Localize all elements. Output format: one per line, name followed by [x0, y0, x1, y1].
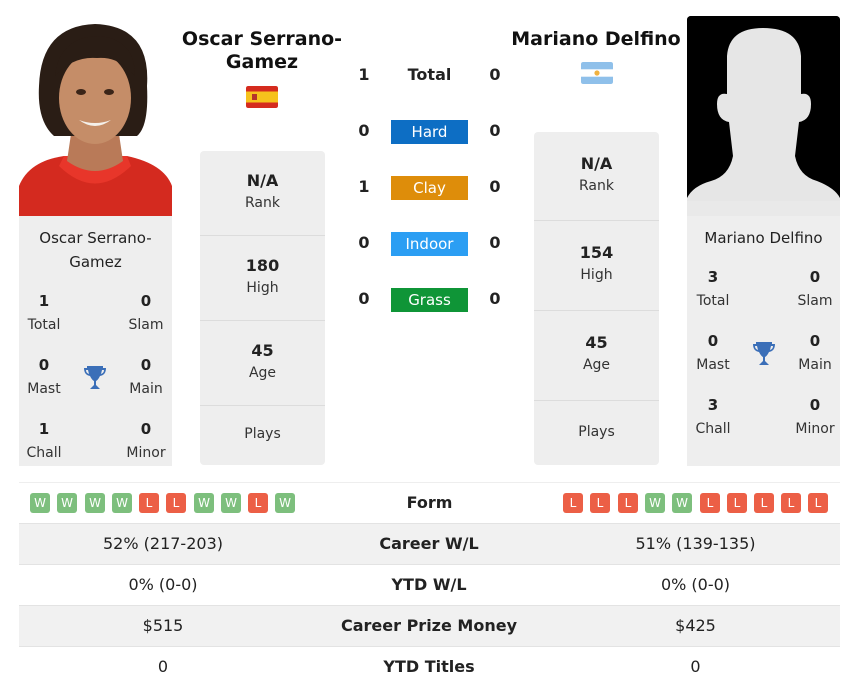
stat-row-career-wl: 52% (217-203) Career W/L 51% (139-135): [19, 523, 840, 564]
spain-flag-icon: [246, 86, 278, 108]
player2-form-badge[interactable]: L: [590, 493, 610, 513]
player2-career-wl: 51% (139-135): [635, 534, 756, 553]
player1-name-label: Oscar Serrano- Gamez: [39, 229, 152, 271]
player2-form-badge[interactable]: L: [727, 493, 747, 513]
h2h-total-p2: 0: [489, 65, 501, 84]
ytd-titles-label: YTD Titles: [383, 657, 475, 676]
h2h-hard-p2: 0: [489, 121, 501, 140]
player1-form-badge[interactable]: L: [248, 493, 268, 513]
prize-money-label: Career Prize Money: [340, 616, 517, 635]
player2-form-badge[interactable]: L: [781, 493, 801, 513]
career-wl-label: Career W/L: [379, 534, 479, 553]
player1-titles-card: Oscar Serrano- Gamez 1 Total 0 Slam 0 Ma…: [19, 216, 172, 466]
trophy-icon: [83, 365, 107, 391]
h2h-grass-p1: 0: [358, 289, 370, 308]
h2h-clay-p2: 0: [489, 177, 501, 196]
player2-titles-mast: 0 Mast: [696, 332, 730, 373]
surface-grass-badge[interactable]: Grass: [391, 288, 468, 312]
player1-form-badge[interactable]: W: [194, 493, 214, 513]
player1-titles-mast: 0 Mast: [27, 356, 61, 397]
player2-form-badge[interactable]: L: [618, 493, 638, 513]
player1-rank: N/A Rank: [200, 151, 325, 236]
player1-high: 180 High: [200, 236, 325, 321]
player1-ytd-titles: 0: [157, 657, 169, 676]
ytd-wl-label: YTD W/L: [391, 575, 467, 594]
player1-form-badge[interactable]: L: [139, 493, 159, 513]
player1-form-badge[interactable]: W: [85, 493, 105, 513]
argentina-flag-icon: [581, 62, 613, 84]
h2h-total-p1: 1: [358, 65, 370, 84]
stat-row-ytd-titles: 0 YTD Titles 0: [19, 646, 840, 687]
player2-titles-slam: 0 Slam: [797, 268, 833, 309]
player1-form-badge[interactable]: W: [112, 493, 132, 513]
player1-titles-main: 0 Main: [129, 356, 163, 397]
player1-plays: Plays: [244, 426, 281, 442]
player2-photo-placeholder: [687, 16, 840, 216]
player1-form-badge[interactable]: W: [275, 493, 295, 513]
player1-career-wl: 52% (217-203): [103, 534, 223, 553]
player1-titles-minor: 0 Minor: [126, 420, 166, 461]
player2-form-badge[interactable]: W: [645, 493, 665, 513]
player2-titles-main: 0 Main: [798, 332, 832, 373]
h2h-total-label: Total: [407, 65, 452, 84]
player1-ytd-wl: 0% (0-0): [128, 575, 198, 594]
player2-titles-minor: 0 Minor: [795, 396, 835, 437]
player2-prize-money: $425: [675, 616, 716, 635]
h2h-grass-p2: 0: [489, 289, 501, 308]
player2-rank: N/A Rank: [534, 132, 659, 221]
stat-row-prize-money: $515 Career Prize Money $425: [19, 605, 840, 646]
surface-indoor-badge[interactable]: Indoor: [391, 232, 468, 256]
player2-rank-card: N/A Rank 154 High 45 Age Plays: [534, 132, 659, 465]
player2-titles-card: Mariano Delfino 3 Total 0 Slam 0 Mast 0 …: [687, 216, 840, 466]
player1-form-badge[interactable]: W: [221, 493, 241, 513]
player1-titles-chall: 1 Chall: [26, 420, 62, 461]
player2-ytd-wl: 0% (0-0): [660, 575, 731, 594]
player1-age: 45 Age: [200, 321, 325, 406]
player1-titles-total: 1 Total: [27, 292, 61, 333]
player1-photo: [19, 16, 172, 216]
player1-form-badge[interactable]: W: [30, 493, 50, 513]
stat-row-ytd-wl: 0% (0-0) YTD W/L 0% (0-0): [19, 564, 840, 605]
player2-form-badge[interactable]: L: [808, 493, 828, 513]
form-row: Form W W W W L L W W L W L L L W W L L L…: [19, 482, 840, 523]
player2-form-badge[interactable]: L: [754, 493, 774, 513]
player1-form-badge[interactable]: L: [166, 493, 186, 513]
player1-titles-slam: 0 Slam: [128, 292, 164, 333]
player1-rank-card: N/A Rank 180 High 45 Age Plays: [200, 151, 325, 465]
h2h-hard-p1: 0: [358, 121, 370, 140]
h2h-indoor-p2: 0: [489, 233, 501, 252]
player2-form-badge[interactable]: L: [700, 493, 720, 513]
player2-plays: Plays: [578, 424, 615, 440]
player1-prize-money: $515: [142, 616, 184, 635]
player2-age: 45 Age: [534, 311, 659, 401]
player1-title[interactable]: Oscar Serrano- Gamez: [172, 28, 352, 74]
surface-clay-badge[interactable]: Clay: [391, 176, 468, 200]
player2-title[interactable]: Mariano Delfino: [500, 28, 692, 51]
player1-form-badge[interactable]: W: [57, 493, 77, 513]
player2-titles-chall: 3 Chall: [695, 396, 731, 437]
player2-ytd-titles: 0: [690, 657, 701, 676]
h2h-clay-p1: 1: [358, 177, 370, 196]
player2-high: 154 High: [534, 221, 659, 311]
player2-form-badge[interactable]: W: [672, 493, 692, 513]
player2-name-label: Mariano Delfino: [704, 229, 823, 247]
player2-titles-total: 3 Total: [696, 268, 730, 309]
player2-form-badge[interactable]: L: [563, 493, 583, 513]
trophy-icon: [752, 341, 776, 367]
surface-hard-badge[interactable]: Hard: [391, 120, 468, 144]
h2h-indoor-p1: 0: [358, 233, 370, 252]
